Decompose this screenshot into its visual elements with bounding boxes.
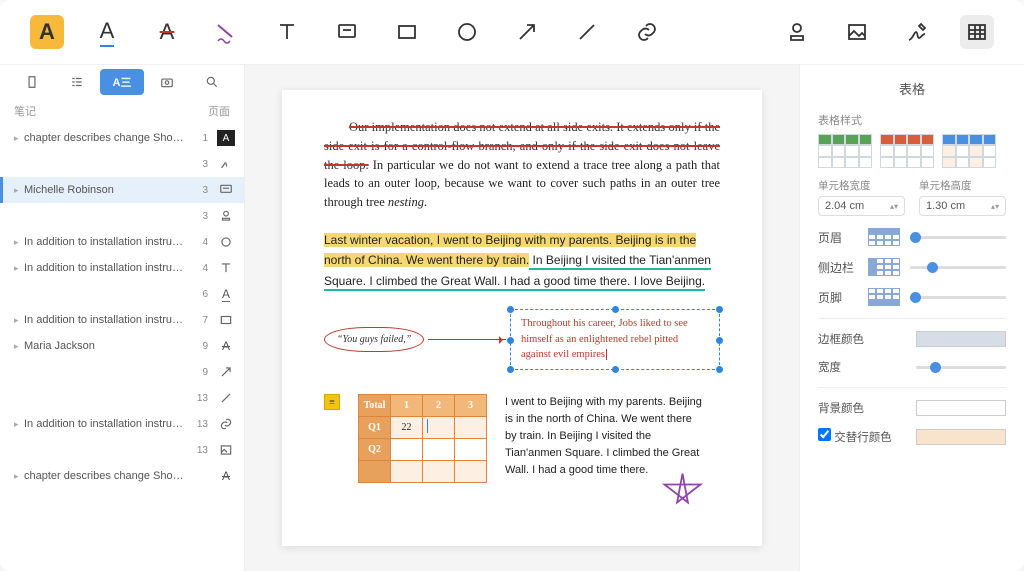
annotation-toolbar: A A A <box>0 0 1024 65</box>
signature-tool[interactable] <box>900 15 934 49</box>
footer-toggle-icon[interactable] <box>868 288 900 306</box>
circle-icon <box>212 232 240 252</box>
sidebar-tabs: A三 <box>0 65 244 99</box>
document-page: Our implementation does not extend at al… <box>282 90 762 546</box>
notes-label: 笔记 <box>14 103 36 119</box>
annotation-list-item[interactable]: ▸chapter describes change Sho…A <box>0 463 244 489</box>
link-tool[interactable] <box>630 15 664 49</box>
textbox-annotation[interactable]: Throughout his career, Jobs liked to see… <box>510 309 720 370</box>
table-style-3[interactable] <box>942 134 996 168</box>
arrow-tool[interactable] <box>510 15 544 49</box>
rect-icon <box>212 310 240 330</box>
annotation-list-item[interactable]: ▸In addition to installation instru…7 <box>0 307 244 333</box>
annotation-list-item[interactable]: 9 <box>0 359 244 385</box>
border-width-slider[interactable] <box>916 366 1006 369</box>
underline-tool[interactable]: A <box>90 15 124 49</box>
A-strike-icon: A <box>212 466 240 486</box>
star-drawing[interactable] <box>660 471 705 516</box>
squiggly-tool[interactable] <box>210 15 244 49</box>
stamp-icon <box>212 206 240 226</box>
thumbnails-tab[interactable] <box>10 69 55 95</box>
outline-tab[interactable] <box>55 69 100 95</box>
arrow-icon <box>212 362 240 382</box>
annotation-list-item[interactable]: ▸Maria Jackson9A <box>0 333 244 359</box>
annotation-list-item[interactable]: 6A <box>0 281 244 307</box>
annotation-list-item[interactable]: 3 <box>0 151 244 177</box>
annotations-tab[interactable]: A三 <box>100 69 145 95</box>
alt-row-checkbox[interactable] <box>818 428 831 441</box>
body-text: I went to Beijing with my parents. Beiji… <box>505 394 705 479</box>
sample-table[interactable]: Total123 Q122 Q2 <box>358 394 487 483</box>
header-toggle-icon[interactable] <box>868 228 900 246</box>
document-canvas[interactable]: Our implementation does not extend at al… <box>245 65 799 571</box>
quote-annotation[interactable]: “You guys failed,” <box>324 327 424 352</box>
annotation-list-item[interactable]: 13 <box>0 385 244 411</box>
snapshot-tab[interactable] <box>144 69 189 95</box>
annotation-list-item[interactable]: ▸In addition to installation instru…4 <box>0 255 244 281</box>
bg-color-swatch[interactable] <box>916 400 1006 416</box>
line-icon <box>212 388 240 408</box>
annotation-list-item[interactable]: 3 <box>0 203 244 229</box>
circle-tool[interactable] <box>450 15 484 49</box>
T-icon <box>212 258 240 278</box>
A-strike-icon: A <box>212 336 240 356</box>
line-tool[interactable] <box>570 15 604 49</box>
cell-height-input[interactable]: 1.30 cm▴▾ <box>919 196 1006 216</box>
rectangle-tool[interactable] <box>390 15 424 49</box>
annotation-list-item[interactable]: ▸In addition to installation instru…13 <box>0 411 244 437</box>
text-tool[interactable] <box>270 15 304 49</box>
alt-color-swatch[interactable] <box>916 429 1006 445</box>
annotation-list-item[interactable]: 13 <box>0 437 244 463</box>
cell-width-input[interactable]: 2.04 cm▴▾ <box>818 196 905 216</box>
A-block-icon: A <box>212 128 240 148</box>
arrow-annotation[interactable] <box>428 339 506 340</box>
note-tool[interactable] <box>330 15 364 49</box>
panel-title: 表格 <box>818 79 1006 98</box>
sticky-note-icon[interactable]: ≡ <box>324 394 340 410</box>
comment-icon <box>212 180 240 200</box>
annotation-list-item[interactable]: ▸chapter describes change Sho…1A <box>0 125 244 151</box>
border-color-swatch[interactable] <box>916 331 1006 347</box>
table-tool[interactable] <box>960 15 994 49</box>
highlight-tool[interactable]: A <box>30 15 64 49</box>
stamp-tool[interactable] <box>780 15 814 49</box>
page-label: 页面 <box>208 103 230 119</box>
signature-icon <box>212 154 240 174</box>
annotation-list-item[interactable]: ▸Michelle Robinson3 <box>0 177 244 203</box>
search-tab[interactable] <box>189 69 234 95</box>
footer-slider[interactable] <box>910 296 1006 299</box>
strikethrough-tool[interactable]: A <box>150 15 184 49</box>
left-sidebar: A三 笔记 页面 ▸chapter describes change Sho…1… <box>0 65 245 571</box>
image-icon <box>212 440 240 460</box>
link-icon <box>212 414 240 434</box>
sidebar-toggle-icon[interactable] <box>868 258 900 276</box>
annotation-list: ▸chapter describes change Sho…1A3▸Michel… <box>0 125 244 571</box>
header-slider[interactable] <box>910 236 1006 239</box>
image-tool[interactable] <box>840 15 874 49</box>
table-properties-panel: 表格 表格样式 单元格宽度 2.04 cm▴▾ 单元格高度 1.30 cm▴▾ … <box>799 65 1024 571</box>
A-ul-icon: A <box>212 284 240 304</box>
sidebar-slider[interactable] <box>910 266 1006 269</box>
table-style-1[interactable] <box>818 134 872 168</box>
table-style-2[interactable] <box>880 134 934 168</box>
annotation-list-item[interactable]: ▸In addition to installation instru…4 <box>0 229 244 255</box>
